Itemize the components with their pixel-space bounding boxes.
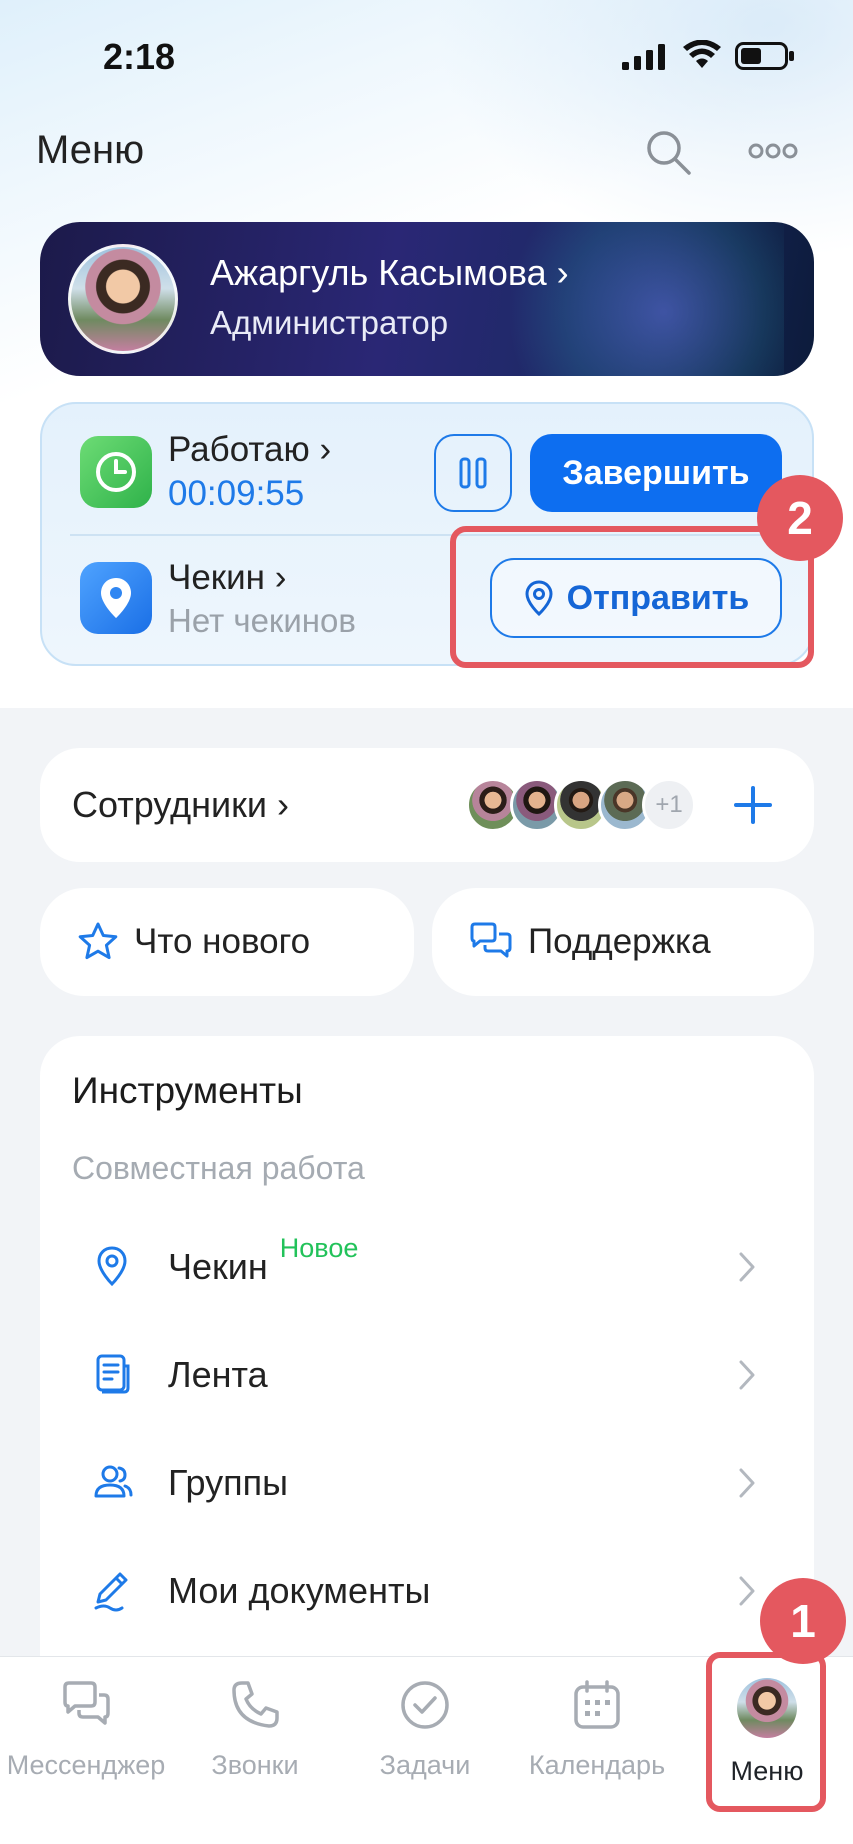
annotation-badge-2: 2 bbox=[757, 475, 843, 561]
annotation-badge-1: 1 bbox=[760, 1578, 846, 1664]
tab-label: Задачи bbox=[379, 1750, 471, 1780]
profile-card[interactable]: Ажаргуль Касымова › Администратор bbox=[40, 222, 814, 376]
tool-item-label: Чекин Новое bbox=[168, 1233, 358, 1288]
location-pin-icon bbox=[80, 562, 152, 634]
search-icon[interactable] bbox=[644, 128, 692, 176]
clock-icon bbox=[80, 436, 152, 508]
plus-icon[interactable] bbox=[732, 784, 774, 826]
whats-new-label: Что нового bbox=[134, 922, 311, 961]
check-circle-icon bbox=[401, 1681, 449, 1729]
tab-calendar[interactable]: Календарь bbox=[512, 1672, 682, 1812]
finish-button[interactable]: Завершить bbox=[530, 434, 782, 512]
battery-icon bbox=[735, 42, 794, 70]
employees-more-count: +1 bbox=[642, 778, 696, 832]
tool-item-label-text: Чекин bbox=[168, 1246, 268, 1287]
checkin-status: Нет чекинов bbox=[168, 602, 356, 639]
tab-messenger[interactable]: Мессенджер bbox=[1, 1672, 171, 1812]
chevron-right-icon bbox=[739, 1360, 755, 1390]
support-chat-icon bbox=[470, 922, 512, 958]
tab-calls[interactable]: Звонки bbox=[170, 1672, 340, 1812]
whats-new-button[interactable]: Что нового bbox=[40, 888, 414, 996]
tool-item-groups[interactable]: Группы bbox=[40, 1430, 814, 1530]
employees-avatars: +1 bbox=[466, 778, 716, 832]
calendar-icon bbox=[574, 1680, 620, 1729]
pause-button[interactable] bbox=[434, 434, 512, 512]
chevron-right-icon bbox=[739, 1252, 755, 1282]
chat-icon bbox=[63, 1681, 110, 1725]
tool-item-my-documents[interactable]: Мои документы bbox=[40, 1538, 814, 1638]
work-status-label[interactable]: Работаю › bbox=[168, 430, 331, 470]
annotation-highlight-1 bbox=[706, 1652, 826, 1812]
page-title: Меню bbox=[36, 128, 145, 172]
annotation-highlight-2 bbox=[450, 526, 814, 668]
star-icon bbox=[78, 922, 118, 960]
profile-name: Ажаргуль Касымова › bbox=[210, 252, 569, 293]
checkin-label[interactable]: Чекин › bbox=[168, 558, 286, 598]
pen-icon bbox=[94, 1572, 128, 1612]
chevron-right-icon bbox=[739, 1468, 755, 1498]
tab-label: Звонки bbox=[211, 1750, 299, 1780]
feed-icon bbox=[96, 1354, 130, 1394]
status-bar: 2:18 bbox=[0, 0, 853, 110]
tools-title: Инструменты bbox=[72, 1070, 303, 1111]
chevron-right-icon bbox=[739, 1576, 755, 1606]
tool-item-label: Мои документы bbox=[168, 1570, 431, 1611]
more-options-icon[interactable] bbox=[748, 136, 798, 166]
pause-icon bbox=[459, 457, 487, 489]
support-button[interactable]: Поддержка bbox=[432, 888, 814, 996]
phone-icon bbox=[232, 1681, 279, 1728]
tab-label: Календарь bbox=[528, 1750, 666, 1780]
tool-item-label: Группы bbox=[168, 1462, 288, 1503]
employees-label[interactable]: Сотрудники › bbox=[72, 784, 289, 826]
work-timer: 00:09:55 bbox=[168, 474, 305, 513]
profile-role: Администратор bbox=[210, 304, 449, 341]
support-label: Поддержка bbox=[528, 922, 711, 961]
groups-icon bbox=[94, 1465, 133, 1498]
location-pin-icon bbox=[97, 1246, 127, 1287]
tab-tasks[interactable]: Задачи bbox=[340, 1672, 510, 1812]
wifi-icon bbox=[683, 40, 721, 68]
signal-icon bbox=[622, 44, 665, 70]
tool-item-feed[interactable]: Лента bbox=[40, 1322, 814, 1422]
avatar bbox=[68, 244, 178, 354]
tools-section-label: Совместная работа bbox=[72, 1150, 365, 1186]
tool-item-label: Лента bbox=[168, 1354, 268, 1395]
tool-item-checkin[interactable]: Чекин Новое bbox=[40, 1214, 814, 1314]
new-badge: Новое bbox=[279, 1233, 359, 1263]
status-time: 2:18 bbox=[103, 36, 176, 77]
tab-label: Мессенджер bbox=[6, 1750, 166, 1780]
